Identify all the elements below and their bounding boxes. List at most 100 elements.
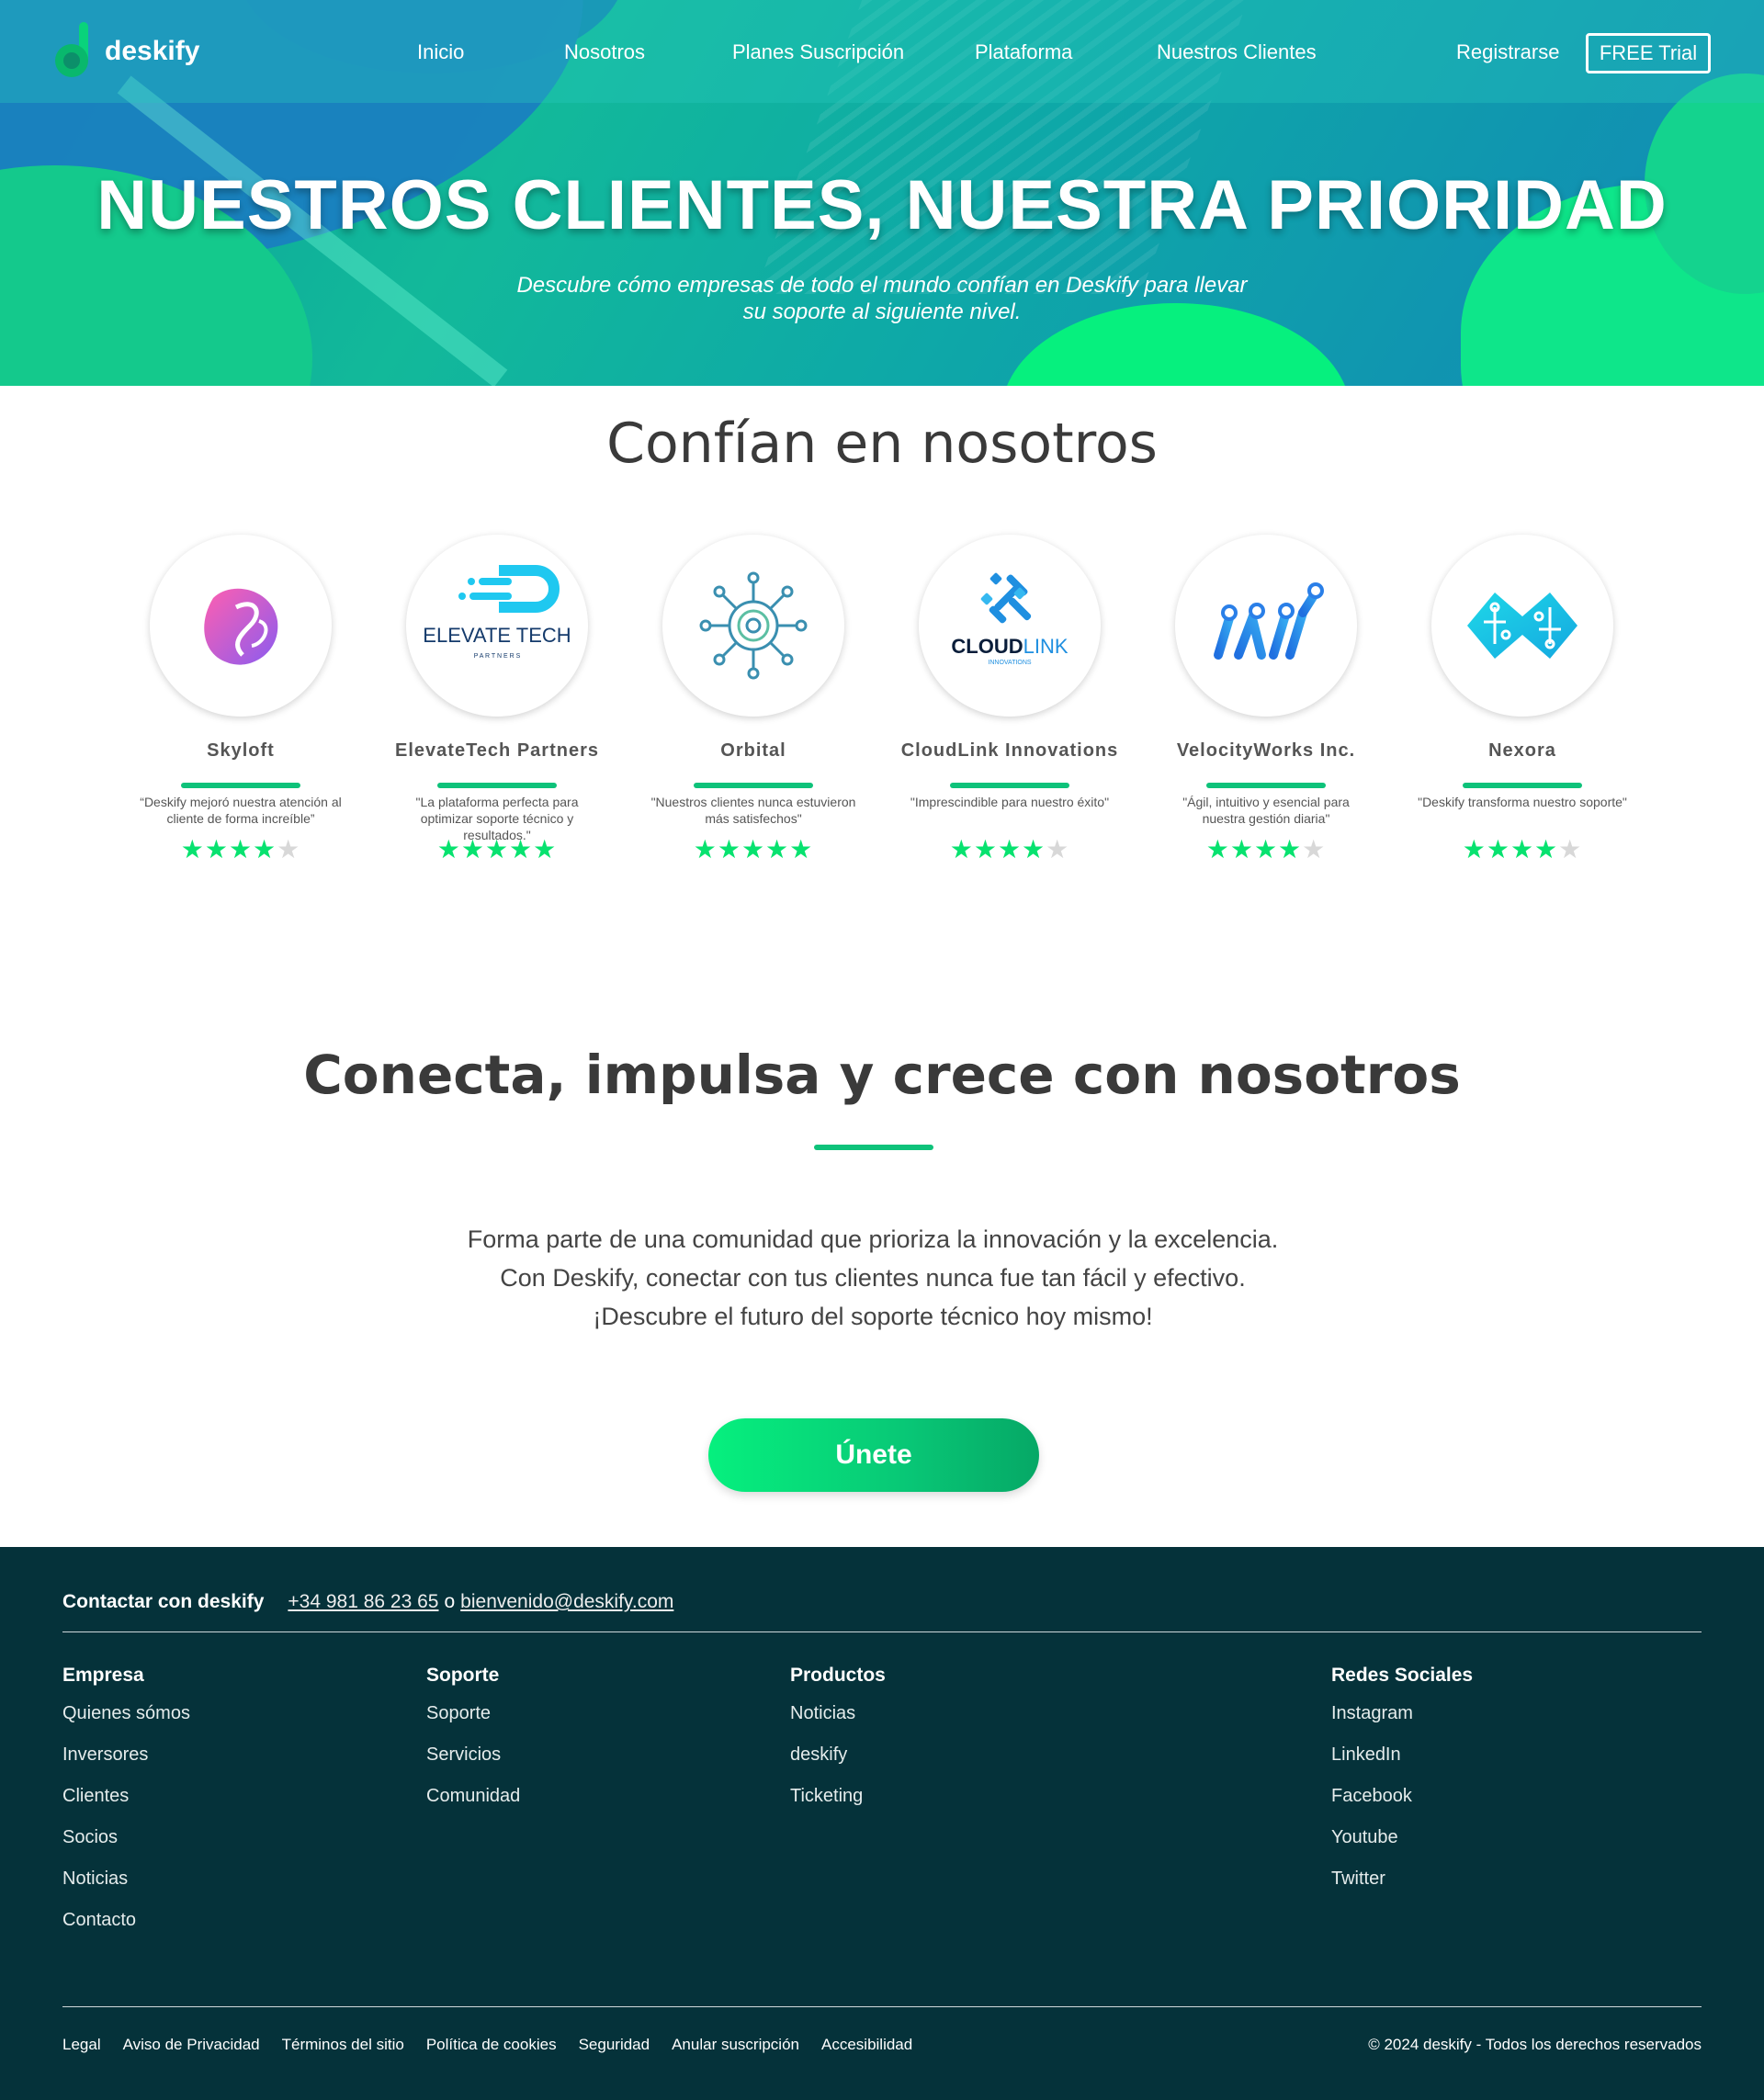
cta-title: Conecta, impulsa y crece con nosotros	[303, 1044, 1461, 1106]
elevatetech-logo-text: ELEVATE TECH	[423, 624, 571, 647]
logo-text: deskify	[105, 36, 200, 66]
nav-link-inicio[interactable]: Inicio	[417, 40, 464, 64]
star-filled-icon: ★	[765, 835, 790, 864]
cloudlink-logo-text-a: CLOUD	[951, 635, 1023, 658]
terms-link[interactable]: Términos del sitio	[282, 2036, 404, 2054]
hero-subtitle-line-1: Descubre cómo empresas de todo el mundo …	[516, 273, 1248, 298]
star-filled-icon: ★	[789, 835, 814, 864]
site-footer: Contactar con deskify +34 981 86 23 65 o…	[0, 1547, 1764, 2100]
star-filled-icon: ★	[1462, 835, 1487, 864]
footer-email-link[interactable]: bienvenido@deskify.com	[460, 1591, 673, 1613]
nav-link-plataforma[interactable]: Plataforma	[975, 40, 1072, 64]
hero-subtitle-line-2: su soporte al siguiente nivel.	[742, 299, 1022, 324]
svg-text:CLOUDLINK: CLOUDLINK	[951, 635, 1068, 658]
client-card-nexora: Nexora "Deskify transforma nuestro sopor…	[1412, 535, 1633, 864]
star-filled-icon: ★	[509, 835, 534, 864]
footer-divider-top	[62, 1631, 1702, 1632]
footer-column-productos: Productos Noticias deskify Ticketing	[790, 1665, 886, 1827]
footer-column-title: Productos	[790, 1665, 886, 1686]
footer-link[interactable]: Clientes	[62, 1786, 190, 1807]
star-filled-icon: ★	[1253, 835, 1279, 864]
footer-link-twitter[interactable]: Twitter	[1331, 1869, 1473, 1890]
footer-link[interactable]: Socios	[62, 1827, 190, 1848]
velocityworks-logo-icon	[1214, 582, 1324, 660]
star-filled-icon: ★	[228, 835, 254, 864]
star-filled-icon: ★	[460, 835, 485, 864]
copyright-text: © 2024 deskify - Todos los derechos rese…	[1368, 2036, 1702, 2053]
footer-divider-bottom	[62, 2006, 1702, 2007]
client-logo-circle: ELEVATE TECH P A R T N E R S	[406, 535, 588, 717]
join-button[interactable]: Únete	[708, 1418, 1039, 1492]
footer-link-linkedin[interactable]: LinkedIn	[1331, 1744, 1473, 1766]
star-filled-icon: ★	[973, 835, 998, 864]
star-filled-icon: ★	[204, 835, 229, 864]
footer-link[interactable]: Noticias	[62, 1869, 190, 1890]
footer-link[interactable]: Inversores	[62, 1744, 190, 1766]
elevatetech-logo-subtext: P A R T N E R S	[474, 653, 521, 660]
cloudlink-logo-subtext: INNOVATIONS	[988, 660, 1032, 666]
top-navbar: deskify Inicio Nosotros Planes Suscripci…	[0, 0, 1764, 103]
footer-link[interactable]: Ticketing	[790, 1786, 886, 1807]
footer-link[interactable]: Servicios	[426, 1744, 520, 1766]
client-logo-circle	[150, 535, 332, 717]
client-name: Skyloft	[207, 740, 275, 761]
deskify-logo-icon	[51, 22, 96, 81]
star-filled-icon: ★	[180, 835, 205, 864]
footer-link[interactable]: Comunidad	[426, 1786, 520, 1807]
footer-link[interactable]: Quienes sómos	[62, 1703, 190, 1724]
client-rating-stars: ★★★★★	[1412, 834, 1633, 864]
star-filled-icon: ★	[1022, 835, 1046, 864]
accessibility-link[interactable]: Accesibilidad	[821, 2036, 912, 2054]
star-filled-icon: ★	[717, 835, 741, 864]
client-card-elevatetech: ELEVATE TECH P A R T N E R S ElevateTech…	[387, 535, 607, 864]
footer-contact: Contactar con deskify +34 981 86 23 65 o…	[62, 1591, 673, 1613]
star-filled-icon: ★	[1229, 835, 1254, 864]
nav-link-planes[interactable]: Planes Suscripción	[732, 40, 904, 64]
cta-line-2: Con Deskify, conectar con tus clientes n…	[500, 1264, 1246, 1292]
client-divider	[1463, 783, 1582, 788]
footer-link[interactable]: Noticias	[790, 1703, 886, 1724]
free-trial-button[interactable]: FREE Trial	[1586, 33, 1711, 73]
client-rating-stars: ★★★★★	[1156, 834, 1376, 864]
footer-link-instagram[interactable]: Instagram	[1331, 1703, 1473, 1724]
star-filled-icon: ★	[1486, 835, 1510, 864]
privacy-link[interactable]: Aviso de Privacidad	[123, 2036, 260, 2054]
footer-column-title: Redes Sociales	[1331, 1665, 1474, 1686]
client-logo-circle	[1431, 535, 1613, 717]
footer-contact-label: Contactar con deskify	[62, 1591, 265, 1612]
nav-link-clientes[interactable]: Nuestros Clientes	[1157, 40, 1317, 64]
footer-phone-link[interactable]: +34 981 86 23 65	[288, 1591, 438, 1613]
footer-column-soporte: Soporte Soporte Servicios Comunidad	[426, 1665, 520, 1827]
nav-link-nosotros[interactable]: Nosotros	[564, 40, 645, 64]
footer-link-youtube[interactable]: Youtube	[1331, 1827, 1473, 1848]
brand-logo[interactable]: deskify	[51, 22, 199, 81]
client-divider	[1206, 783, 1326, 788]
star-filled-icon: ★	[1510, 835, 1535, 864]
client-logo-circle	[1175, 535, 1357, 717]
cta-divider	[814, 1145, 933, 1150]
elevatetech-logo-icon: ELEVATE TECH P A R T N E R S	[423, 565, 571, 660]
footer-column-empresa: Empresa Quienes sómos Inversores Cliente…	[62, 1665, 190, 1951]
footer-link-facebook[interactable]: Facebook	[1331, 1786, 1473, 1807]
client-rating-stars: ★★★★★	[899, 834, 1120, 864]
trust-section-title: Confían en nosotros	[606, 412, 1158, 476]
unsubscribe-link[interactable]: Anular suscripción	[672, 2036, 799, 2054]
client-name: VelocityWorks Inc.	[1176, 740, 1356, 761]
footer-link[interactable]: deskify	[790, 1744, 886, 1766]
footer-legal-links: Legal Aviso de Privacidad Términos del s…	[62, 2036, 912, 2054]
client-divider	[694, 783, 813, 788]
client-rating-stars: ★★★★★	[130, 834, 351, 864]
security-link[interactable]: Seguridad	[579, 2036, 650, 2054]
cookies-link[interactable]: Política de cookies	[426, 2036, 557, 2054]
hero-subtitle: Descubre cómo empresas de todo el mundo …	[496, 272, 1268, 325]
star-filled-icon: ★	[253, 835, 277, 864]
register-link[interactable]: Registrarse	[1456, 40, 1559, 64]
footer-column-title: Empresa	[62, 1665, 144, 1686]
legal-link[interactable]: Legal	[62, 2036, 101, 2054]
client-card-orbital: Orbital "Nuestros clientes nunca estuvie…	[643, 535, 864, 864]
star-empty-icon: ★	[1558, 835, 1583, 864]
footer-link[interactable]: Soporte	[426, 1703, 520, 1724]
cta-line-1: Forma parte de una comunidad que prioriz…	[467, 1225, 1279, 1253]
cta-line-3: ¡Descubre el futuro del soporte técnico …	[593, 1303, 1153, 1330]
footer-link[interactable]: Contacto	[62, 1910, 190, 1931]
